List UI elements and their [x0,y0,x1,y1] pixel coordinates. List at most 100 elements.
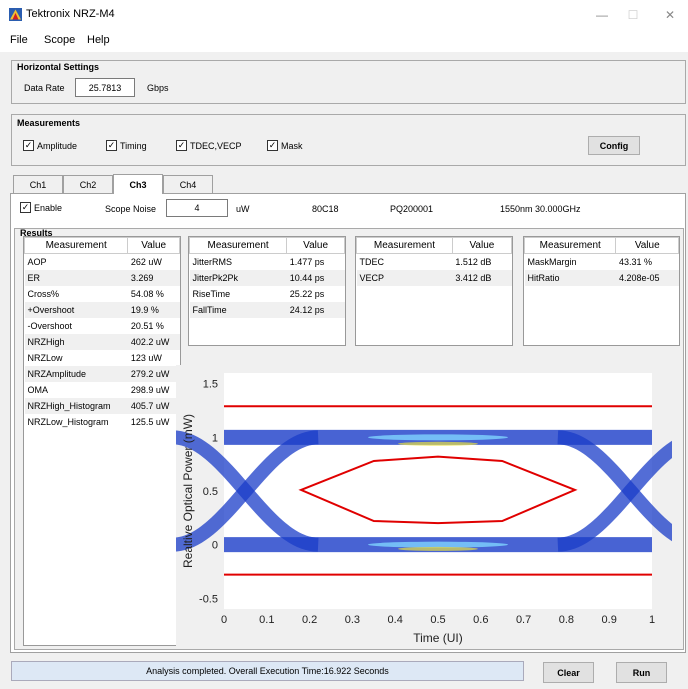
measurement-value-cell: 4.208e-05 [615,269,679,286]
minimize-button[interactable]: — [587,3,617,27]
clear-button[interactable]: Clear [543,662,594,683]
enable-label: Enable [34,202,63,213]
column-header-measurement[interactable]: Measurement [24,237,129,254]
column-header-value[interactable]: Value [286,237,345,254]
data-rate-unit: Gbps [147,83,169,93]
menu-help[interactable]: Help [87,34,110,46]
table-row[interactable]: NRZHigh 402.2 uW [24,333,180,350]
column-header-value[interactable]: Value [451,237,512,254]
measurement-value-cell: 3.269 [127,269,180,286]
measurement-name-cell: NRZAmplitude [24,365,128,382]
y-tick-label: 1 [212,432,218,444]
mask-label: Mask [281,140,303,151]
timing-results-table[interactable]: Measurement Value JitterRMS 1.477 ps Jitte… [188,236,346,346]
table-row[interactable]: MaskMargin 43.31 % [525,254,679,270]
checkbox-checked-icon[interactable]: ✓ [106,140,117,151]
scope-noise-unit: uW [236,204,250,214]
column-header-measurement[interactable]: Measurement [524,237,617,254]
amplitude-checkbox[interactable]: ✓ Amplitude [23,140,77,151]
checkbox-checked-icon[interactable]: ✓ [23,140,34,151]
measurement-name-cell: OMA [27,384,49,395]
x-tick-label: 0.2 [302,614,317,626]
measurement-name-cell: TDEC [359,256,385,267]
tab-ch1[interactable]: Ch1 [13,175,63,193]
menu-bar: File Scope Help [0,31,688,52]
x-tick-label: 0.1 [259,614,274,626]
timing-checkbox[interactable]: ✓ Timing [106,140,147,151]
table-row[interactable]: +Overshoot 19.9 % [24,301,180,318]
checkbox-checked-icon[interactable]: ✓ [267,140,278,151]
table-row[interactable]: NRZLow 123 uW [25,350,180,366]
tab-ch2[interactable]: Ch2 [63,175,113,193]
table-row[interactable]: -Overshoot 20.51 % [25,318,180,334]
measurement-name-cell: -Overshoot [27,320,73,331]
measurement-value-cell: 54.08 % [130,288,164,299]
table-row[interactable]: Cross% 54.08 % [25,286,180,302]
column-header-value[interactable]: Value [615,237,679,254]
table-row[interactable]: JitterPk2Pk 10.44 ps [189,269,345,286]
eye-diagram-plot: 0 0.1 0.2 0.3 0.4 0.5 0.6 0.7 0.8 0.9 11.510.50-0.… [176,365,672,648]
column-header-measurement[interactable]: Measurement [356,237,453,254]
scope-noise-label: Scope Noise [105,204,157,214]
tab-ch4[interactable]: Ch4 [163,175,213,193]
mask-checkbox[interactable]: ✓ Mask [267,140,303,151]
tdec-vecp-label: TDEC,VECP [190,140,242,151]
table-row[interactable]: JitterRMS 1.477 ps [190,254,345,270]
menu-file[interactable]: File [10,34,28,46]
measurement-name-cell: JitterPk2Pk [189,269,287,286]
scope-noise-input[interactable]: 4 [166,199,228,217]
x-tick-label: 0 [221,614,227,626]
measurement-name-cell: VECP [356,269,453,286]
tdec-results-table[interactable]: Measurement Value TDEC 1.512 dB VECP 3.412 … [355,236,513,346]
tdec-vecp-checkbox[interactable]: ✓ TDEC,VECP [176,140,242,151]
x-tick-label: 0.6 [473,614,488,626]
table-row[interactable]: FallTime 24.12 ps [189,301,345,318]
close-button[interactable]: ✕ [655,3,685,27]
x-tick-label: 0.3 [345,614,360,626]
measurement-name-cell: NRZHigh [24,333,128,350]
measurement-value-cell: 43.31 % [618,256,653,267]
y-tick-label: -0.5 [199,593,218,605]
column-header-measurement[interactable]: Measurement [189,237,288,254]
mask-results-table[interactable]: Measurement Value MaskMargin 43.31 % HitRa… [523,236,680,346]
table-row[interactable]: NRZAmplitude 279.2 uW [24,365,180,382]
measurement-name-cell: NRZHigh_Histogram [24,397,128,414]
x-tick-label: 0.4 [388,614,403,626]
checkbox-checked-icon[interactable]: ✓ [176,140,187,151]
data-rate-input[interactable]: 25.7813 [75,78,135,97]
measurements-title: Measurements [17,118,81,128]
table-row[interactable]: VECP 3.412 dB [356,269,512,286]
x-axis-label: Time (UI) [413,631,463,645]
amplitude-results-table[interactable]: Measurement Value AOP 262 uW ER 3.269 Cross%… [23,236,181,646]
enable-checkbox[interactable]: ✓ Enable [20,202,62,213]
measurement-value-cell: 298.9 uW [130,384,170,395]
measurement-name-cell: JitterRMS [192,256,233,267]
tektronix-logo-icon [9,8,22,21]
table-row[interactable]: TDEC 1.512 dB [357,254,512,270]
maximize-button[interactable]: ☐ [618,3,648,27]
eye-high-density-core [368,434,508,441]
measurement-name-cell: NRZLow_Histogram [27,416,109,427]
run-button[interactable]: Run [616,662,667,683]
table-row[interactable]: ER 3.269 [24,269,180,286]
tab-ch3[interactable]: Ch3 [113,174,163,194]
measurement-value-cell: 262 uW [130,256,162,267]
config-button[interactable]: Config [588,136,640,155]
table-row[interactable]: NRZLow_Histogram 125.5 uW [25,414,180,430]
checkbox-checked-icon[interactable]: ✓ [20,202,31,213]
column-header-value[interactable]: Value [127,237,180,254]
table-row[interactable]: NRZHigh_Histogram 405.7 uW [24,397,180,414]
table-row[interactable]: HitRatio 4.208e-05 [524,269,679,286]
x-tick-label: 1 [649,614,655,626]
table-row[interactable]: OMA 298.9 uW [25,382,180,398]
table-row[interactable]: RiseTime 25.22 ps [190,286,345,302]
horizontal-settings-title: Horizontal Settings [17,62,100,72]
measurement-value-cell: 3.412 dB [452,269,512,286]
y-axis-label: Realtive Optical Power (mW) [181,414,195,568]
measurement-name-cell: HitRatio [524,269,616,286]
serial-label: PQ200001 [390,204,434,214]
plot-area [224,373,652,609]
menu-scope[interactable]: Scope [44,34,75,46]
table-row[interactable]: AOP 262 uW [25,254,180,270]
measurement-value-cell: 25.22 ps [289,288,325,299]
